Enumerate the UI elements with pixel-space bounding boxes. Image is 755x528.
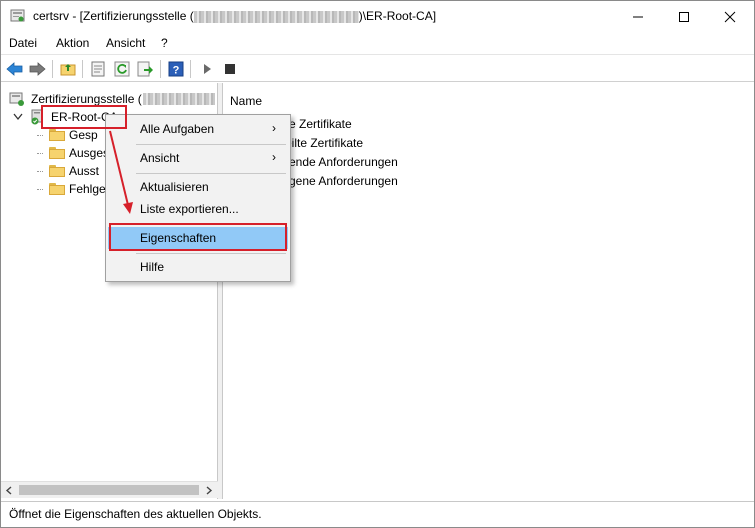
annotation-highlight-eigenschaften [109,223,287,251]
minimize-button[interactable] [615,1,661,32]
window-title-suffix: )\ER-Root-CA] [358,9,437,23]
folder-icon [49,129,65,141]
redacted-server-name [193,10,359,23]
menu-separator [136,144,286,145]
toolbar-separator [82,60,83,78]
menu-item-ansicht[interactable]: Ansicht › [108,147,288,169]
menu-item-label: Aktualisieren [140,180,209,194]
forward-button[interactable] [27,59,47,79]
tree-connector [37,189,43,190]
status-text: Öffnet die Eigenschaften des aktuellen O… [9,507,262,521]
close-button[interactable] [707,1,753,32]
back-button[interactable] [5,59,25,79]
menu-ansicht[interactable]: Ansicht [106,36,145,50]
menu-item-aktualisieren[interactable]: Aktualisieren [108,176,288,198]
properties-icon [91,61,105,77]
chevron-down-icon[interactable] [13,113,23,121]
mmc-window: certsrv - [Zertifizierungsstelle ( )\ER-R… [0,0,755,528]
column-header-name[interactable]: Name [230,94,262,108]
tree-root-label: Zertifizierungsstelle ( [31,92,142,106]
tree-connector [37,153,43,154]
list-item[interactable]: e Zertifikate [289,117,352,131]
title-bar: certsrv - [Zertifizierungsstelle ( )\ER-R… [1,1,754,32]
submenu-arrow-icon: › [272,150,276,164]
back-icon [6,62,23,76]
context-menu: Alle Aufgaben › Ansicht › Aktualisieren … [105,114,291,282]
redacted-server-name [143,93,215,105]
window-title-prefix: certsrv - [Zertifizierungsstelle ( [33,9,194,23]
menu-datei[interactable]: Datei [9,36,37,50]
status-bar: Öffnet die Eigenschaften des aktuellen O… [1,501,754,527]
toolbar: ? [1,54,754,82]
up-folder-icon [60,64,76,76]
svg-text:?: ? [173,65,180,77]
tree-connector [37,171,43,172]
tree-connector [37,135,43,136]
export-list-button[interactable] [135,59,155,79]
maximize-button[interactable] [661,1,707,32]
help-button[interactable]: ? [166,59,186,79]
submenu-arrow-icon: › [272,121,276,135]
toolbar-separator [160,60,161,78]
list-item[interactable]: gene Anforderungen [289,174,398,188]
start-service-button[interactable] [197,59,217,79]
tree-child-label: Fehlge [69,182,106,196]
toolbar-separator [190,60,191,78]
menu-item-label: Liste exportieren... [140,202,239,216]
tree-child-label: Ausges [69,146,110,160]
properties-button[interactable] [88,59,108,79]
window-title: certsrv - [Zertifizierungsstelle ( )\ER-R… [33,9,436,23]
certificate-authority-icon [9,92,24,106]
horizontal-scrollbar[interactable] [1,481,218,498]
folder-icon [49,183,65,195]
menu-item-label: Ansicht [140,151,180,165]
menu-item-liste-exportieren[interactable]: Liste exportieren... [108,198,288,220]
folder-icon [49,165,65,177]
menu-separator [136,253,286,254]
scroll-right-icon[interactable] [205,486,213,495]
menu-aktion[interactable]: Aktion [56,36,89,50]
result-pane[interactable]: Name e Zertifikate eilte Zertifikate end… [223,83,754,499]
tree-child-label: Ausst [69,164,100,178]
certsrv-app-icon [10,9,25,22]
menu-item-alle-aufgaben[interactable]: Alle Aufgaben › [108,118,288,140]
menu-help[interactable]: ? [161,36,168,50]
menu-separator [136,173,286,174]
tree-child-label: Gesp [69,128,98,142]
menu-item-label: Alle Aufgaben [140,122,215,136]
maximize-icon [679,11,689,22]
menu-bar: Datei Aktion Ansicht ? [1,32,754,54]
list-item[interactable]: eilte Zertifikate [285,136,363,150]
folder-icon [49,147,65,159]
forward-icon [29,62,46,76]
up-folder-button[interactable] [58,59,78,79]
refresh-button[interactable] [112,59,132,79]
stop-service-button[interactable] [220,59,240,79]
menu-item-hilfe[interactable]: Hilfe [108,256,288,278]
list-item[interactable]: ende Anforderungen [289,155,398,169]
refresh-icon [114,61,130,77]
export-icon [137,61,153,77]
menu-item-label: Hilfe [140,260,165,274]
scroll-left-icon[interactable] [5,486,13,495]
close-icon [724,11,736,22]
play-icon [204,64,211,74]
stop-icon [225,64,235,74]
toolbar-separator [52,60,53,78]
help-icon: ? [168,61,184,77]
minimize-icon [633,16,643,17]
annotation-highlight-ca [41,105,127,129]
scrollbar-thumb[interactable] [19,485,199,495]
